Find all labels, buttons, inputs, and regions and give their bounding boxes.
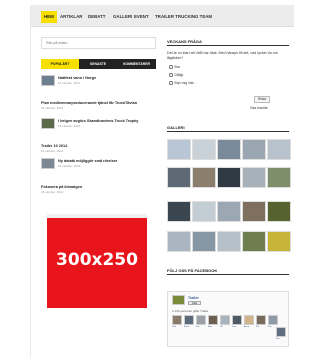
post-title[interactable]: Ny datatk möjliggör små rörelser: [58, 159, 117, 163]
facebook-page-logo[interactable]: [172, 295, 185, 305]
gallery-thumbnail[interactable]: [167, 167, 191, 188]
ad-top-strip: [47, 214, 147, 218]
gallery-thumbnail[interactable]: [242, 167, 266, 188]
gallery-thumbnail[interactable]: [242, 201, 266, 222]
gallery-thumbnail[interactable]: [267, 167, 291, 188]
nav-item-debate[interactable]: Debatt: [88, 13, 105, 21]
gallery-thumbnail[interactable]: [192, 139, 216, 160]
avatar[interactable]: [196, 315, 206, 325]
avatar[interactable]: [172, 315, 182, 325]
radio-icon[interactable]: [169, 65, 173, 69]
post-thumbnail[interactable]: [41, 118, 55, 129]
facebook-widget: Trailer Gilla 4 126 personer gillar Trai…: [167, 291, 289, 347]
post-date: 15 oktober, 2014: [41, 106, 64, 110]
gallery-thumbnail[interactable]: [267, 139, 291, 160]
tab-popular[interactable]: Populärt: [41, 59, 79, 69]
facebook-fan-name[interactable]: Jan: [196, 326, 200, 328]
post-title[interactable]: Nattfest vann i Norge: [58, 76, 96, 80]
post-date: 15 oktober, 2014: [41, 190, 64, 194]
nav-item-home[interactable]: Hem: [41, 11, 57, 23]
facebook-like-button[interactable]: Gilla: [188, 301, 201, 305]
avatar[interactable]: [220, 315, 230, 325]
list-item[interactable]: Nattfest vann i Norge 15 oktober, 2014: [41, 75, 156, 89]
list-item[interactable]: Trailer 10 2014 15 oktober, 2014: [41, 144, 156, 154]
post-title[interactable]: Trailer 10 2014: [41, 144, 67, 148]
post-title[interactable]: I helgen avgörs Skandinaviens Truck Trop…: [58, 119, 138, 123]
page: Hem Artiklar Debatt Galleri Event Traile…: [30, 5, 294, 357]
poll-option-good[interactable]: Bra: [169, 65, 180, 69]
post-thumbnail[interactable]: [41, 75, 55, 86]
gallery-thumbnail[interactable]: [217, 167, 241, 188]
poll-heading: Veckans fråga: [167, 39, 289, 46]
gallery-thumbnail[interactable]: [192, 201, 216, 222]
post-date: 15 oktober, 2014: [41, 149, 64, 153]
list-item[interactable]: Plan medlemmarproducerande tjänst får Tr…: [41, 101, 156, 111]
post-thumbnail[interactable]: [41, 158, 55, 169]
search-field[interactable]: [41, 37, 156, 49]
gallery-thumbnail[interactable]: [167, 139, 191, 160]
top-navigation: Hem Artiklar Debatt Galleri Event Traile…: [31, 5, 294, 27]
gallery-thumbnail[interactable]: [167, 201, 191, 222]
nav-item-articles[interactable]: Artiklar: [60, 13, 82, 21]
list-item[interactable]: Ny datatk möjliggör små rörelser 15 okto…: [41, 158, 156, 172]
facebook-likes-count: 4 126 personer gillar Trailer: [172, 309, 209, 313]
avatar[interactable]: [208, 315, 218, 325]
facebook-fan-name[interactable]: Kim: [268, 326, 272, 328]
radio-icon[interactable]: [169, 73, 173, 77]
poll-option-label: Bra: [174, 65, 180, 69]
post-date: 15 oktober, 2014: [58, 81, 81, 85]
post-tabs: Populärt Senaste Kommentarer: [41, 59, 156, 69]
list-item[interactable]: I helgen avgörs Skandinaviens Truck Trop…: [41, 118, 156, 132]
poll-option-label: Bryr mig inte...: [174, 81, 197, 85]
ad-banner[interactable]: 300x250: [47, 214, 147, 308]
facebook-fan-name[interactable]: Ulf: [220, 326, 223, 328]
post-date: 15 oktober, 2014: [58, 164, 81, 168]
facebook-heading: Följ oss på Facebook: [167, 268, 289, 275]
avatar[interactable]: [256, 315, 266, 325]
facebook-fan-name[interactable]: Eva: [276, 338, 280, 340]
facebook-page-name[interactable]: Trailer: [188, 296, 199, 300]
search-input[interactable]: [42, 38, 155, 48]
gallery-heading: Galleri: [167, 125, 289, 132]
tab-latest[interactable]: Senaste: [79, 59, 117, 69]
post-title[interactable]: Plan medlemmarproducerande tjänst får Tr…: [41, 101, 137, 105]
gallery-thumbnail[interactable]: [217, 201, 241, 222]
poll-question: Det är nu klart att VAB har ökat. Med hä…: [167, 51, 278, 60]
show-results-link[interactable]: Visa resultat: [250, 106, 267, 110]
gallery-thumbnail[interactable]: [242, 139, 266, 160]
nav-item-event[interactable]: Event: [134, 13, 149, 21]
gallery-thumbnail[interactable]: [242, 231, 266, 252]
facebook-fan-name[interactable]: Per: [256, 326, 259, 328]
gallery-thumbnail[interactable]: [267, 231, 291, 252]
facebook-fan-name[interactable]: Joel: [172, 326, 176, 328]
poll-option-label: Dåligt: [174, 73, 184, 77]
ad-size-label: 300x250: [56, 250, 138, 270]
gallery-thumbnail[interactable]: [167, 231, 191, 252]
tab-comments[interactable]: Kommentarer: [117, 59, 156, 69]
gallery-thumbnail[interactable]: [192, 167, 216, 188]
nav-item-trailer-trucking-team[interactable]: Trailer Trucking Team: [155, 13, 212, 21]
gallery-thumbnail[interactable]: [192, 231, 216, 252]
avatar[interactable]: [232, 315, 242, 325]
post-title[interactable]: Fokusera på klimatgen: [41, 185, 82, 189]
vote-button[interactable]: Rösta: [254, 96, 270, 103]
gallery-thumbnail[interactable]: [217, 231, 241, 252]
avatar[interactable]: [184, 315, 194, 325]
facebook-fan-name[interactable]: Kenn: [184, 326, 189, 328]
poll-option-bad[interactable]: Dåligt: [169, 73, 183, 77]
avatar[interactable]: [244, 315, 254, 325]
poll-option-dont-care[interactable]: Bryr mig inte...: [169, 81, 196, 85]
avatar[interactable]: [276, 327, 286, 337]
post-date: 15 oktober, 2014: [58, 124, 81, 128]
nav-item-gallery[interactable]: Galleri: [113, 13, 132, 21]
list-item[interactable]: Fokusera på klimatgen 15 oktober, 2014: [41, 185, 156, 195]
facebook-fan-name[interactable]: Lars: [232, 326, 236, 328]
gallery-thumbnail[interactable]: [217, 139, 241, 160]
gallery-thumbnail[interactable]: [267, 201, 291, 222]
radio-icon[interactable]: [169, 81, 173, 85]
avatar[interactable]: [268, 315, 278, 325]
facebook-fan-name[interactable]: Anna: [244, 326, 249, 328]
facebook-fan-name[interactable]: Rob: [208, 326, 212, 328]
